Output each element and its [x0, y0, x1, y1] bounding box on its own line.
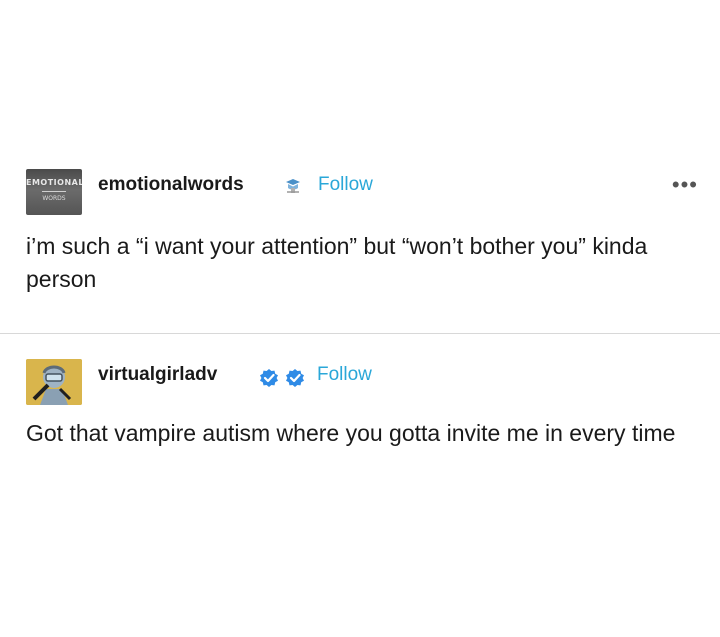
post-text: Got that vampire autism where you gotta … — [26, 420, 676, 446]
follow-button[interactable]: Follow — [317, 364, 372, 386]
username[interactable]: virtualgirladv — [98, 364, 217, 386]
username[interactable]: emotionalwords — [98, 174, 244, 196]
post-header: virtualgirladv Follow — [0, 350, 720, 408]
avatar-divider — [42, 191, 66, 192]
verified-badge-icon — [259, 368, 279, 388]
post-text: i’m such a “i want your attention” but “… — [26, 233, 648, 292]
blogger-badge-icon — [283, 176, 303, 196]
more-options-icon[interactable]: ••• — [672, 172, 698, 198]
avatar[interactable] — [26, 359, 82, 405]
avatar[interactable]: EMOTIONAL WORDS — [26, 169, 82, 215]
post-header: EMOTIONAL WORDS emotionalwords Follow ••… — [0, 160, 720, 218]
avatar-title-text: EMOTIONAL — [26, 178, 82, 187]
avatar-subtitle-text: WORDS — [42, 195, 66, 202]
post-emotionalwords: EMOTIONAL WORDS emotionalwords Follow ••… — [0, 160, 720, 292]
verified-badge-icon — [285, 368, 305, 388]
post-virtualgirladv: virtualgirladv Follow Got that vampire a… — [0, 350, 720, 446]
post-divider — [0, 333, 720, 334]
follow-button[interactable]: Follow — [318, 174, 373, 196]
